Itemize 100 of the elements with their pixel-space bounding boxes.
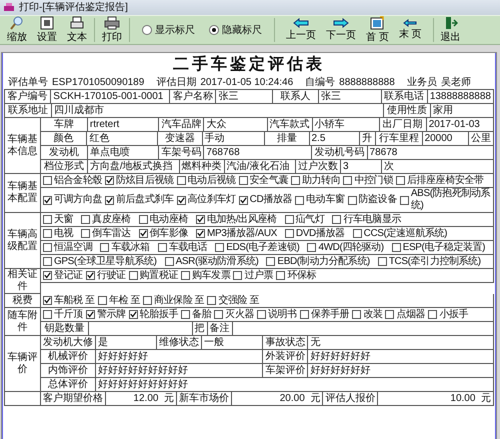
checkbox-label[interactable]: EDS(电子差速锁) bbox=[226, 242, 300, 254]
checkbox-label[interactable]: 登记证 bbox=[54, 270, 83, 282]
checkbox-label[interactable]: EBD(制动力分配系统) bbox=[277, 256, 370, 268]
checkbox-label[interactable]: 电动后视镜 bbox=[188, 174, 236, 186]
checkbox[interactable] bbox=[138, 215, 148, 224]
checkbox[interactable] bbox=[43, 257, 52, 266]
checkbox[interactable] bbox=[81, 215, 90, 224]
checkbox[interactable] bbox=[158, 243, 167, 252]
checkbox-label[interactable]: 防盗设备 bbox=[358, 194, 397, 206]
checkbox[interactable] bbox=[43, 243, 52, 252]
checkbox[interactable] bbox=[105, 196, 114, 204]
toolbar-button[interactable]: 文本 bbox=[64, 16, 90, 44]
checkbox[interactable] bbox=[276, 271, 286, 280]
checkbox-label[interactable]: 后排座座椅安全带 bbox=[406, 174, 484, 186]
checkbox[interactable] bbox=[100, 243, 110, 252]
toolbar-button[interactable]: 上一页 bbox=[283, 18, 319, 42]
checkbox[interactable] bbox=[291, 176, 300, 185]
checkbox[interactable] bbox=[86, 271, 95, 280]
checkbox-label[interactable]: DVD播放器 bbox=[296, 228, 345, 240]
checkbox-label[interactable]: GPS(全球卫星导航系统) bbox=[54, 256, 157, 268]
checkbox[interactable] bbox=[128, 271, 138, 280]
checkbox[interactable] bbox=[284, 215, 294, 224]
checkbox-label[interactable]: 中控门锁 bbox=[354, 174, 393, 186]
checkbox[interactable] bbox=[98, 296, 107, 305]
toolbar-button[interactable]: 设置 bbox=[34, 16, 60, 44]
checkbox[interactable] bbox=[214, 310, 224, 319]
checkbox[interactable] bbox=[233, 271, 242, 280]
checkbox-label[interactable]: 倒车影像 bbox=[150, 228, 188, 240]
checkbox[interactable] bbox=[257, 310, 266, 319]
checkbox[interactable] bbox=[300, 310, 309, 319]
checkbox-label[interactable]: 保养手册 bbox=[310, 308, 350, 320]
checkbox[interactable] bbox=[348, 196, 356, 204]
checkbox[interactable] bbox=[196, 229, 206, 238]
checkbox[interactable] bbox=[215, 243, 224, 252]
checkbox[interactable] bbox=[385, 310, 394, 319]
checkbox[interactable] bbox=[176, 176, 186, 185]
checkbox[interactable] bbox=[378, 257, 387, 266]
checkbox[interactable] bbox=[43, 310, 52, 319]
checkbox[interactable] bbox=[43, 196, 52, 204]
exit-button[interactable]: 退出 bbox=[438, 16, 464, 44]
checkbox-label[interactable]: TCS(牵引力控制系统) bbox=[388, 256, 481, 268]
checkbox-label[interactable]: 4WD(四轮驱动) bbox=[318, 242, 384, 254]
checkbox[interactable] bbox=[43, 215, 52, 224]
checkbox-label[interactable]: 购车发票 bbox=[192, 270, 230, 282]
checkbox[interactable] bbox=[43, 229, 52, 238]
checkbox-label[interactable]: 电动座椅 bbox=[150, 214, 188, 226]
checkbox[interactable] bbox=[181, 271, 190, 280]
checkbox-label[interactable]: ESP(电子稳定装置) bbox=[402, 242, 486, 254]
checkbox[interactable] bbox=[86, 310, 95, 319]
checkbox[interactable] bbox=[284, 229, 294, 238]
checkbox-label[interactable]: 说明书 bbox=[268, 308, 297, 320]
radio-button[interactable] bbox=[142, 25, 152, 35]
checkbox-label[interactable]: 安全气囊 bbox=[250, 174, 288, 186]
checkbox-label[interactable]: 铝合金轮毂 bbox=[54, 174, 102, 186]
checkbox[interactable] bbox=[238, 176, 248, 185]
checkbox-label[interactable]: 小扳手 bbox=[439, 308, 468, 320]
checkbox[interactable] bbox=[43, 296, 52, 305]
checkbox-label[interactable]: ASR(驱动防滑系统) bbox=[176, 256, 258, 268]
checkbox-label[interactable]: ABS(防抱死制动系统) bbox=[410, 188, 491, 212]
checkbox[interactable] bbox=[343, 176, 352, 185]
checkbox[interactable] bbox=[238, 196, 248, 204]
checkbox-label[interactable]: 交强险 至 bbox=[218, 294, 260, 306]
checkbox-label[interactable]: 车载冰箱 bbox=[111, 242, 150, 254]
checkbox-label[interactable]: 高位刹车灯 bbox=[188, 194, 236, 206]
checkbox[interactable] bbox=[176, 196, 186, 204]
checkbox[interactable] bbox=[142, 296, 152, 305]
checkbox-label[interactable]: 环保标 bbox=[287, 270, 316, 282]
checkbox-label[interactable]: 车船税 至 bbox=[54, 294, 95, 306]
checkbox[interactable] bbox=[266, 257, 276, 266]
checkbox-label[interactable]: 恒温空调 bbox=[54, 242, 92, 254]
checkbox[interactable] bbox=[164, 257, 174, 266]
toolbar-button[interactable]: 打印 bbox=[99, 16, 125, 44]
checkbox-label[interactable]: 可调方向盘 bbox=[54, 194, 102, 206]
toolbar-button[interactable]: 缩放 bbox=[4, 16, 30, 44]
checkbox-label[interactable]: 车载电话 bbox=[168, 242, 208, 254]
radio-label[interactable]: 显示标尺 bbox=[155, 23, 195, 37]
checkbox-label[interactable]: 助力转向 bbox=[302, 174, 340, 186]
checkbox[interactable] bbox=[207, 296, 216, 305]
checkbox[interactable] bbox=[81, 229, 90, 238]
checkbox-label[interactable]: 警示牌 bbox=[96, 308, 126, 320]
checkbox-label[interactable]: 购置税证 bbox=[140, 270, 178, 282]
checkbox-label[interactable]: 防炫目后视镜 bbox=[116, 174, 174, 186]
checkbox-label[interactable]: 电动车窗 bbox=[306, 194, 344, 206]
checkbox-label[interactable]: CCS(定速巡航系统) bbox=[364, 228, 448, 240]
checkbox[interactable] bbox=[128, 310, 138, 319]
radio-button[interactable] bbox=[209, 25, 219, 35]
radio-label[interactable]: 隐藏标尺 bbox=[222, 23, 262, 37]
checkbox[interactable] bbox=[352, 229, 362, 238]
checkbox-label[interactable]: 电加热/出风座椅 bbox=[207, 214, 277, 226]
checkbox[interactable] bbox=[352, 310, 362, 319]
checkbox[interactable] bbox=[105, 176, 114, 185]
checkbox-label[interactable]: 行车电脑显示 bbox=[343, 214, 402, 226]
checkbox-label[interactable]: 天窗 bbox=[54, 214, 74, 226]
checkbox[interactable] bbox=[181, 310, 190, 319]
checkbox-label[interactable]: 千斤顶 bbox=[54, 308, 83, 320]
checkbox[interactable] bbox=[43, 176, 52, 185]
checkbox[interactable] bbox=[396, 176, 405, 185]
checkbox[interactable] bbox=[43, 271, 52, 280]
checkbox[interactable] bbox=[392, 243, 401, 252]
checkbox-label[interactable]: 灭火器 bbox=[225, 308, 254, 320]
